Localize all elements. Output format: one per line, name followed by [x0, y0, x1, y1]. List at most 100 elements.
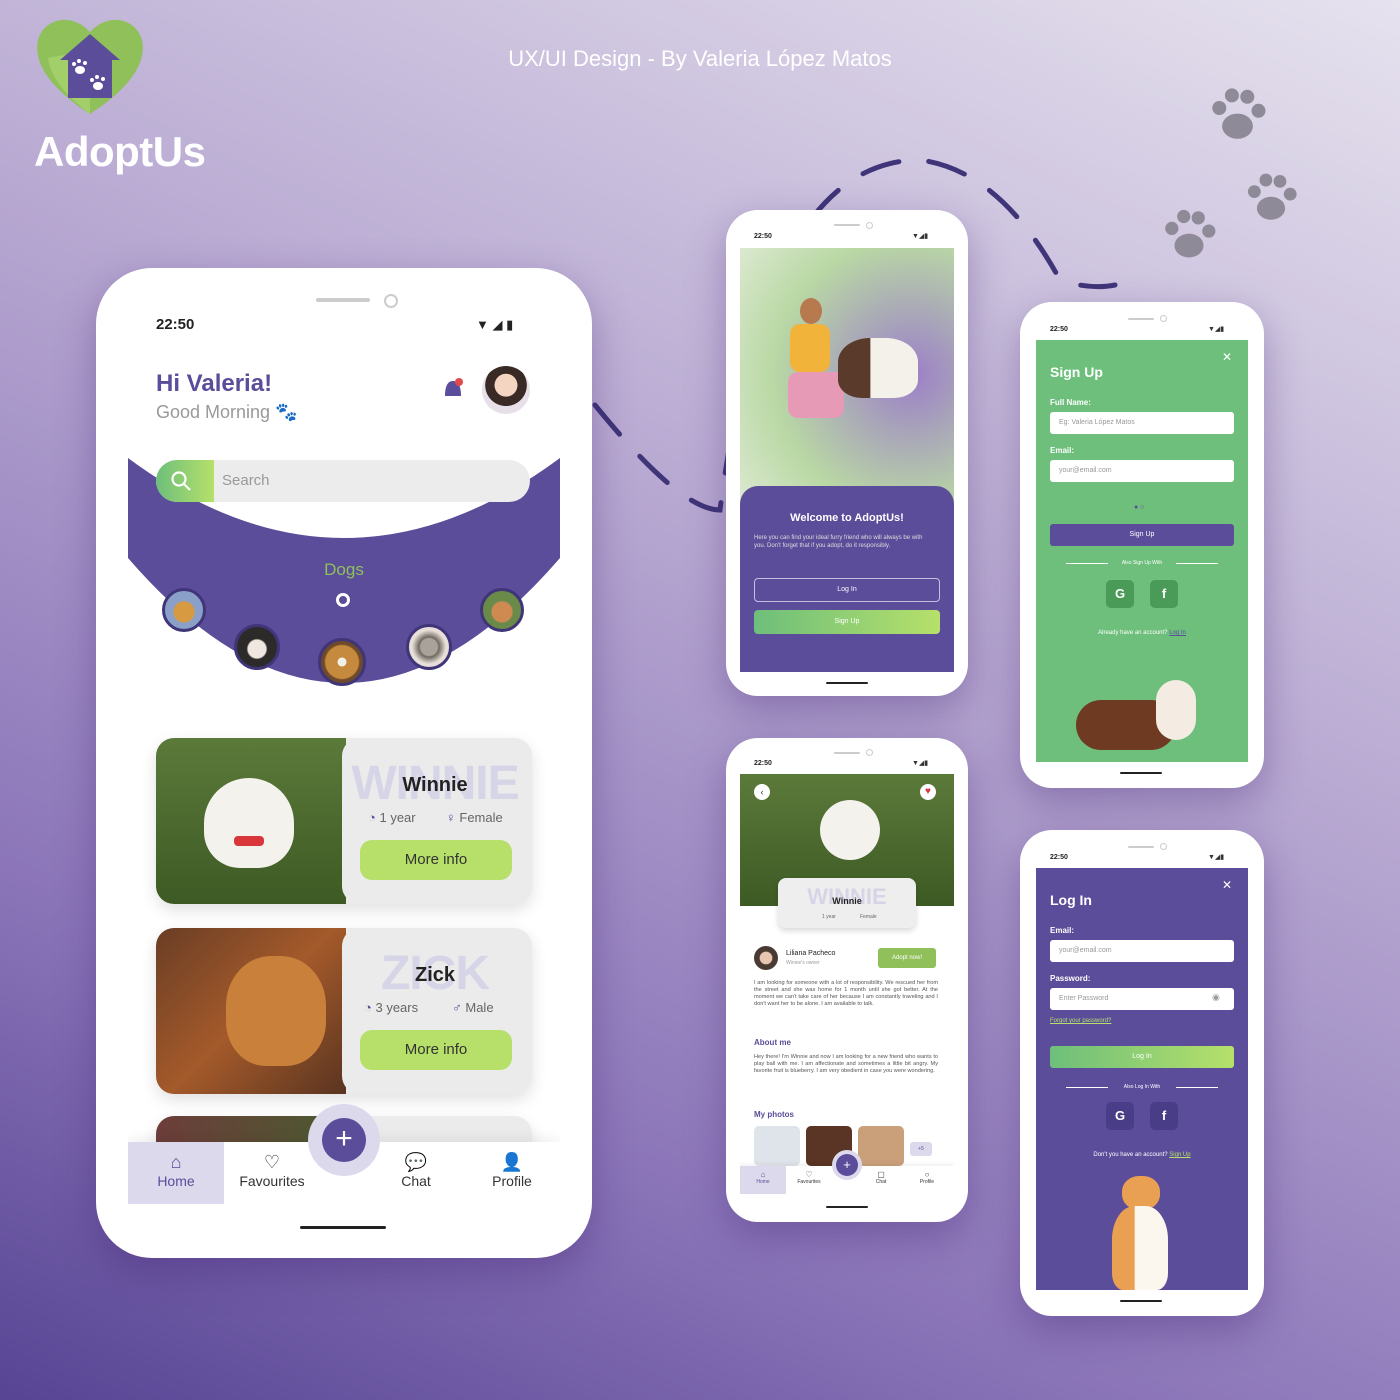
nav-favourites-label: Favourites [239, 1173, 305, 1189]
eye-icon[interactable]: ◉ [1212, 992, 1220, 1003]
signup-link[interactable]: Sign Up [1169, 1152, 1190, 1158]
category-rabbit[interactable] [480, 588, 524, 632]
account-text: Already have an account? [1098, 630, 1168, 636]
status-time: 22:50 [754, 760, 772, 767]
paw-icon [1165, 209, 1216, 258]
signup-button[interactable]: Sign Up [1050, 524, 1234, 546]
add-button[interactable]: + [308, 1104, 380, 1176]
google-button[interactable]: G [1106, 580, 1134, 608]
login-button[interactable]: Log In [754, 578, 940, 602]
more-photos[interactable]: +5 [910, 1142, 932, 1156]
about-text: Hey there! I'm Winnie and now I am looki… [754, 1054, 938, 1074]
pet-gender-text: Female [459, 810, 503, 825]
divider [1066, 563, 1108, 564]
status-time: 22:50 [156, 316, 195, 333]
search-bar[interactable]: Search [156, 460, 530, 502]
photo-thumb[interactable] [754, 1126, 800, 1166]
back-button[interactable]: ‹ [754, 784, 770, 800]
favourite-button[interactable]: ♥ [920, 784, 936, 800]
email-input[interactable]: your@email.com [1050, 460, 1234, 482]
cat-head [1122, 1176, 1160, 1210]
dog-harness [234, 836, 264, 846]
nav-profile-label: Profile [919, 1179, 935, 1185]
fullname-input[interactable]: Eg: Valeria López Matos [1050, 412, 1234, 434]
heart-icon: ♡ [805, 1170, 813, 1179]
forgot-link[interactable]: Forgot your password? [1050, 1018, 1111, 1024]
status-time: 22:50 [754, 233, 772, 240]
design-credit: UX/UI Design - By Valeria López Matos [508, 46, 892, 71]
speaker [834, 224, 860, 226]
page-dots: ● ○ [1134, 504, 1145, 511]
nav-home[interactable]: ⌂ Home [128, 1142, 224, 1204]
signup-title: Sign Up [1050, 364, 1103, 380]
nav-favourites[interactable]: ♡ Favourites [224, 1142, 320, 1189]
adopt-button[interactable]: Adopt now! [878, 948, 936, 968]
heart-icon: ♡ [263, 1152, 281, 1172]
nav-profile[interactable]: ○ Profile [904, 1166, 950, 1185]
category-dogs[interactable] [318, 638, 366, 686]
login-screen: ✕ Log In Email: your@email.com Password:… [1036, 868, 1248, 1290]
status-icons: ▼◢▮ [912, 760, 929, 767]
pet-name: Winnie [402, 774, 468, 796]
more-info-button[interactable]: More info [360, 840, 512, 880]
divider [1176, 1087, 1218, 1088]
status-time: 22:50 [1050, 326, 1068, 333]
password-label: Password: [1050, 974, 1091, 983]
speaker [1128, 846, 1154, 848]
nav-home[interactable]: ⌂ Home [740, 1166, 786, 1194]
password-input[interactable]: Enter Password [1050, 988, 1234, 1010]
male-icon: ♂ [452, 1000, 462, 1015]
login-link[interactable]: Log In [1169, 630, 1186, 636]
category-bird[interactable] [162, 588, 206, 632]
camera [1160, 843, 1167, 850]
search-icon [171, 471, 191, 491]
nav-chat[interactable]: ▢ Chat [858, 1166, 904, 1185]
user-icon: 👤 [500, 1152, 524, 1172]
welcome-panel: Welcome to AdoptUs! Here you can find yo… [740, 486, 954, 672]
pet-age: ◔ 3 years [364, 1000, 418, 1015]
close-icon[interactable]: ✕ [1222, 350, 1232, 364]
more-info-button[interactable]: More info [360, 1030, 512, 1070]
login-button[interactable]: Log In [1050, 1046, 1234, 1068]
search-input[interactable]: Search [222, 472, 270, 489]
login-phone: 22:50 ▼◢▮ ✕ Log In Email: your@email.com… [1020, 830, 1264, 1316]
facebook-button[interactable]: f [1150, 1102, 1178, 1130]
clock-icon: ◔ [364, 1000, 372, 1015]
photo-thumb[interactable] [858, 1126, 904, 1166]
detail-name-card: WINNIE Winnie 1 year Female [778, 878, 916, 928]
pet-card-zick[interactable]: ZICK Zick ◔ 3 years ♂ Male More info [156, 928, 532, 1094]
email-label: Email: [1050, 926, 1075, 935]
owner-avatar[interactable] [754, 946, 778, 970]
email-input[interactable]: your@email.com [1050, 940, 1234, 962]
pet-gender: ♀ Female [446, 810, 503, 825]
home-indicator [826, 682, 868, 684]
divider [1176, 563, 1218, 564]
nav-profile[interactable]: 👤 Profile [464, 1142, 560, 1189]
welcome-text: Here you can find your ideal furry frien… [754, 535, 923, 549]
close-icon[interactable]: ✕ [1222, 878, 1232, 892]
pet-gender: Female [860, 914, 877, 920]
google-button[interactable]: G [1106, 1102, 1134, 1130]
speaker [834, 752, 860, 754]
camera [1160, 315, 1167, 322]
pet-gender-text: Male [465, 1000, 494, 1015]
dog-shape [226, 956, 326, 1066]
nav-chat-label: Chat [875, 1179, 887, 1185]
speaker [1128, 318, 1154, 320]
nav-favourites[interactable]: ♡ Favourites [786, 1166, 832, 1185]
add-button[interactable]: + [836, 1154, 858, 1176]
nav-chat[interactable]: 💬 Chat [368, 1142, 464, 1189]
photos-title: My photos [754, 1110, 794, 1119]
category-cats[interactable] [406, 624, 452, 670]
nav-favourites-label: Favourites [797, 1179, 821, 1185]
pet-age-text: 1 year [379, 810, 416, 825]
login-title: Log In [1050, 892, 1092, 908]
category-rabbit-dark[interactable] [234, 624, 280, 670]
pet-card-winnie[interactable]: WINNIE Winnie ◔ 1 year ♀ Female More inf… [156, 738, 532, 904]
signup-button[interactable]: Sign Up [754, 610, 940, 634]
home-icon: ⌂ [170, 1152, 182, 1172]
cat-body [1112, 1206, 1168, 1290]
camera [866, 222, 873, 229]
pet-age: 1 year [822, 914, 836, 920]
facebook-button[interactable]: f [1150, 580, 1178, 608]
